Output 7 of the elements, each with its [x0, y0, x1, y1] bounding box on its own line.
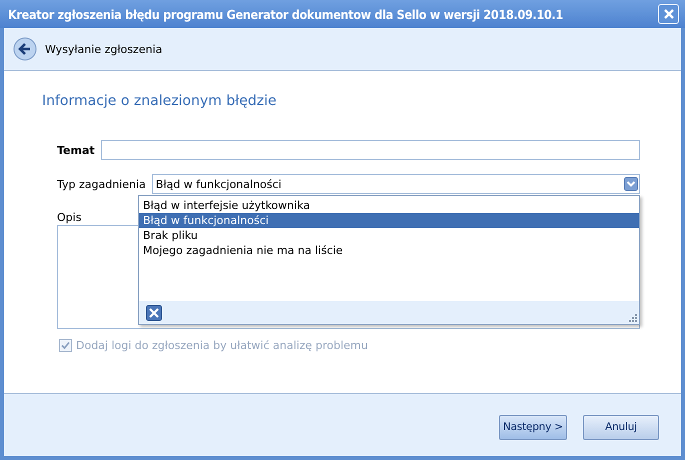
description-label: Opis — [57, 211, 82, 224]
section-heading: Informacje o znalezionym błędzie — [42, 93, 278, 111]
step-title: Wysyłanie zgłoszenia — [45, 42, 162, 56]
subject-label: Temat — [57, 144, 95, 156]
checkbox-label: Dodaj logi do zgłoszenia by ułatwić analizę problemu — [76, 339, 368, 352]
window-title: Kreator zgłoszenia błędu programu Generator dokumentow dla Sello w wersji 2018.09.10.1 — [8, 6, 564, 22]
type-label: Typ zagadnienia — [57, 178, 146, 190]
